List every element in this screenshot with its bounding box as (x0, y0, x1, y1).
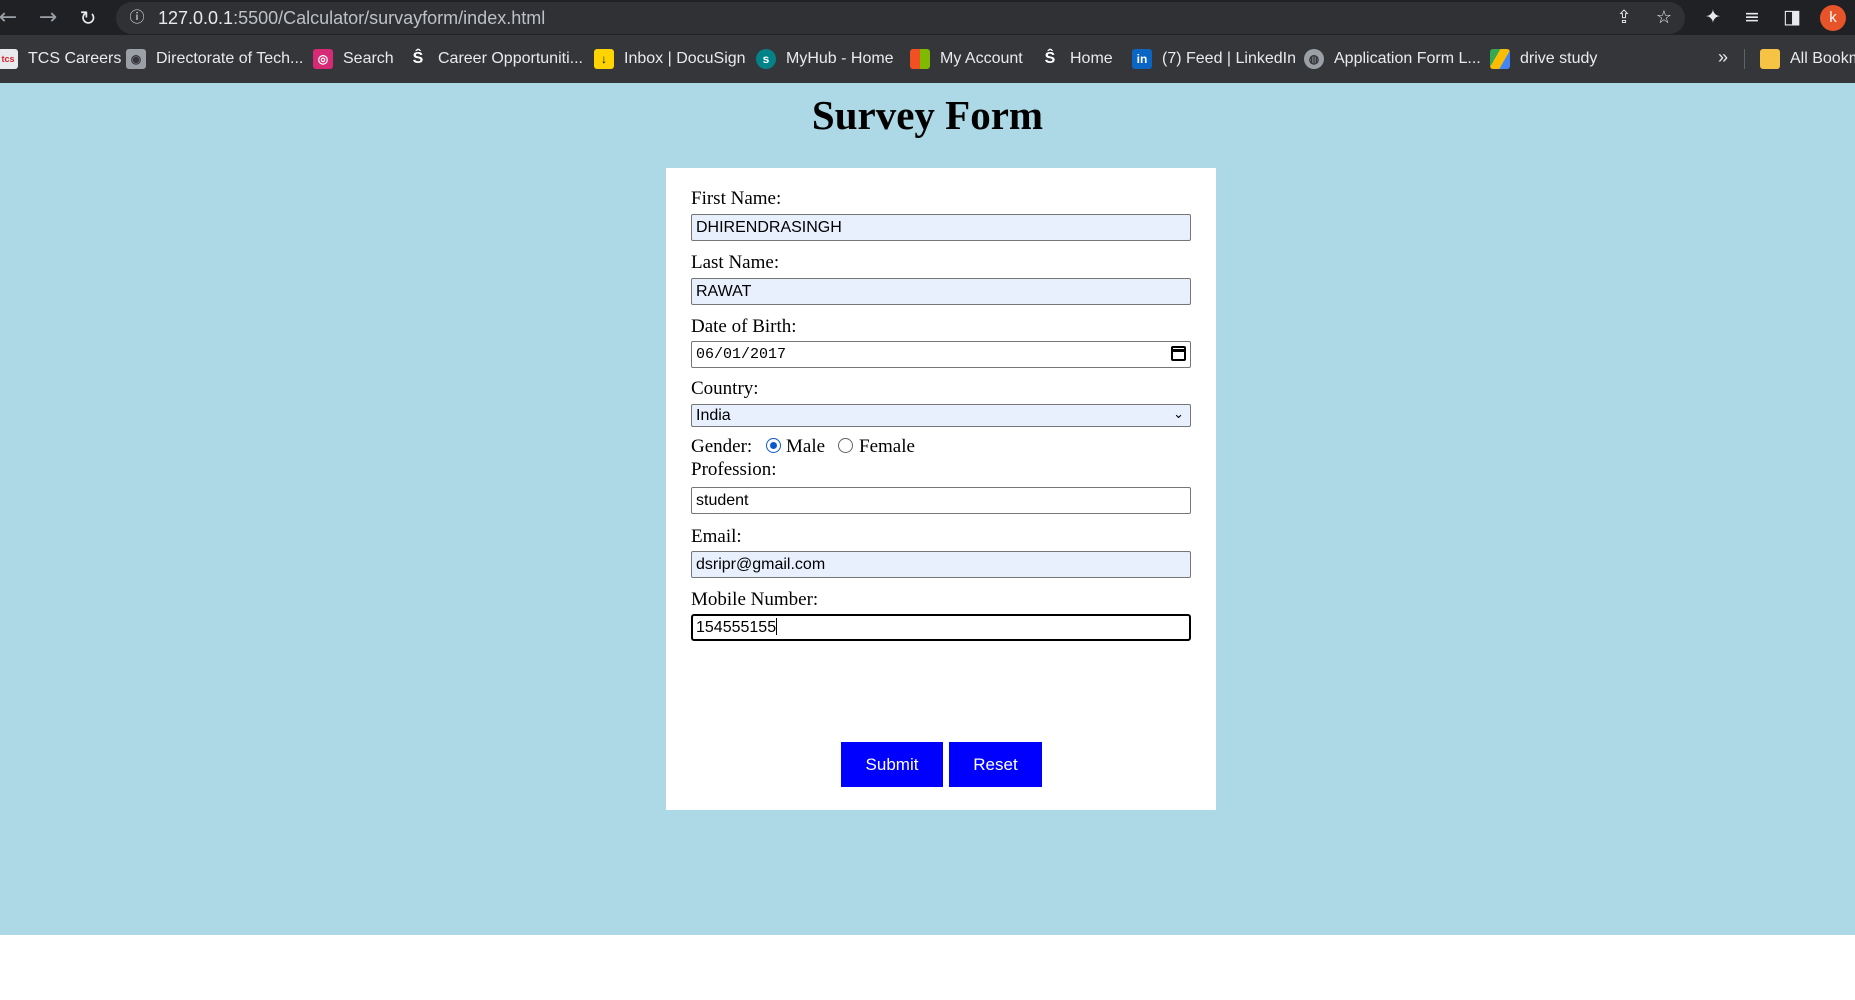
chevron-down-icon: ⌄ (1173, 407, 1184, 422)
reload-icon[interactable]: ↻ (76, 6, 100, 30)
reset-button[interactable]: Reset (949, 742, 1042, 787)
bookmark-item[interactable]: ↓ Inbox | DocuSign (594, 48, 746, 70)
tcs-icon: tcs (0, 49, 18, 69)
back-icon[interactable]: ← (0, 6, 20, 30)
mobile-input[interactable]: 154555155 (691, 614, 1191, 641)
extensions-icon[interactable]: ✦ (1701, 5, 1725, 29)
dob-input[interactable]: 06/01/2017 (691, 341, 1191, 368)
bookmark-item[interactable]: drive study (1490, 48, 1597, 70)
first-name-input[interactable]: DHIRENDRASINGH (691, 214, 1191, 241)
globe-icon: ◍ (1304, 49, 1324, 69)
folder-icon (1760, 49, 1780, 69)
bookmark-label: Application Form L... (1334, 50, 1481, 67)
forward-icon[interactable]: → (36, 6, 60, 30)
bookmark-item[interactable]: ◉ Directorate of Tech... (126, 48, 303, 70)
survey-form: First Name: DHIRENDRASINGH Last Name: RA… (666, 168, 1216, 810)
bookmark-label: MyHub - Home (786, 50, 894, 67)
browser-toolbar: ← → ↻ ⓘ 127.0.0.1:5500/Calculator/survay… (0, 0, 1855, 35)
url-text[interactable]: 127.0.0.1:5500/Calculator/survayform/ind… (158, 8, 545, 29)
dob-label: Date of Birth: (691, 316, 797, 337)
country-value: India (696, 407, 731, 424)
linkedin-icon: in (1132, 49, 1152, 69)
dob-value: 06/01/2017 (696, 346, 787, 363)
site-info-icon[interactable]: ⓘ (128, 8, 146, 26)
all-bookmarks-item[interactable]: All Bookm (1760, 48, 1855, 70)
gender-female-radio[interactable] (838, 438, 853, 453)
gender-label: Gender: (691, 436, 753, 457)
profession-input[interactable]: student (691, 487, 1191, 514)
bookmark-item[interactable]: tcs TCS Careers (0, 48, 121, 70)
first-name-label: First Name: (691, 188, 782, 209)
last-name-label: Last Name: (691, 252, 780, 273)
google-drive-icon (1490, 49, 1510, 69)
bookmark-item[interactable]: Ŝ Home (1040, 48, 1113, 70)
bookmarks-bar: tcs TCS Careers ◉ Directorate of Tech... ◎… (0, 35, 1855, 83)
more-bookmarks-button[interactable]: » (1718, 47, 1728, 68)
bookmark-label: Home (1070, 50, 1113, 67)
sharepoint-icon: s (756, 49, 776, 69)
address-bar[interactable]: ⓘ 127.0.0.1:5500/Calculator/survayform/i… (116, 2, 1685, 34)
url-host: 127.0.0.1 (158, 8, 234, 28)
bookmark-item[interactable]: ◎ Search (313, 48, 394, 70)
page-viewport: Survey Form First Name: DHIRENDRASINGH L… (0, 83, 1855, 935)
submit-button[interactable]: Submit (841, 742, 943, 787)
bookmark-label: TCS Careers (28, 50, 122, 67)
microsoft-icon (910, 49, 930, 69)
bookmark-label: All Bookm (1790, 50, 1855, 67)
country-label: Country: (691, 378, 759, 399)
gender-male-label: Male (786, 436, 826, 457)
text-caret (776, 618, 778, 635)
mobile-label: Mobile Number: (691, 589, 819, 610)
sf-icon: Ŝ (1040, 49, 1060, 69)
country-select[interactable]: India ⌄ (691, 404, 1191, 427)
gender-female-label: Female (859, 436, 915, 457)
docusign-icon: ↓ (594, 49, 614, 69)
bookmark-item[interactable]: My Account (910, 48, 1023, 70)
bookmark-item[interactable]: s MyHub - Home (756, 48, 894, 70)
profession-label: Profession: (691, 459, 777, 480)
bookmark-item[interactable]: Ŝ Career Opportuniti... (408, 48, 583, 70)
bookmark-star-icon[interactable]: ☆ (1653, 7, 1675, 29)
bookmark-divider (1744, 49, 1745, 69)
sf-icon: Ŝ (408, 49, 428, 69)
mobile-value: 154555155 (696, 619, 777, 636)
bookmark-label: My Account (940, 50, 1023, 67)
bookmark-item[interactable]: in (7) Feed | LinkedIn (1132, 48, 1296, 70)
gender-male-radio[interactable] (766, 438, 781, 453)
bookmark-label: Directorate of Tech... (156, 50, 304, 67)
share-icon[interactable]: ⇪ (1613, 7, 1635, 29)
last-name-input[interactable]: RAWAT (691, 278, 1191, 305)
bookmark-item[interactable]: ◍ Application Form L... (1304, 48, 1481, 70)
page-title: Survey Form (811, 92, 1044, 138)
calendar-icon[interactable] (1171, 346, 1186, 361)
side-panel-icon[interactable]: ◨ (1780, 5, 1804, 29)
bookmark-label: Inbox | DocuSign (624, 50, 746, 67)
email-input[interactable]: dsripr@gmail.com (691, 551, 1191, 578)
bookmark-label: drive study (1520, 50, 1598, 67)
instagram-icon: ◎ (313, 49, 333, 69)
profile-avatar[interactable]: k (1820, 5, 1846, 31)
email-label: Email: (691, 526, 742, 547)
url-path: :5500/Calculator/survayform/index.html (233, 8, 546, 28)
media-control-icon[interactable]: ≡ (1740, 5, 1764, 29)
emblem-icon: ◉ (126, 49, 146, 69)
bookmark-label: Search (343, 50, 394, 67)
bookmark-label: (7) Feed | LinkedIn (1162, 50, 1297, 67)
bookmark-label: Career Opportuniti... (438, 50, 583, 67)
